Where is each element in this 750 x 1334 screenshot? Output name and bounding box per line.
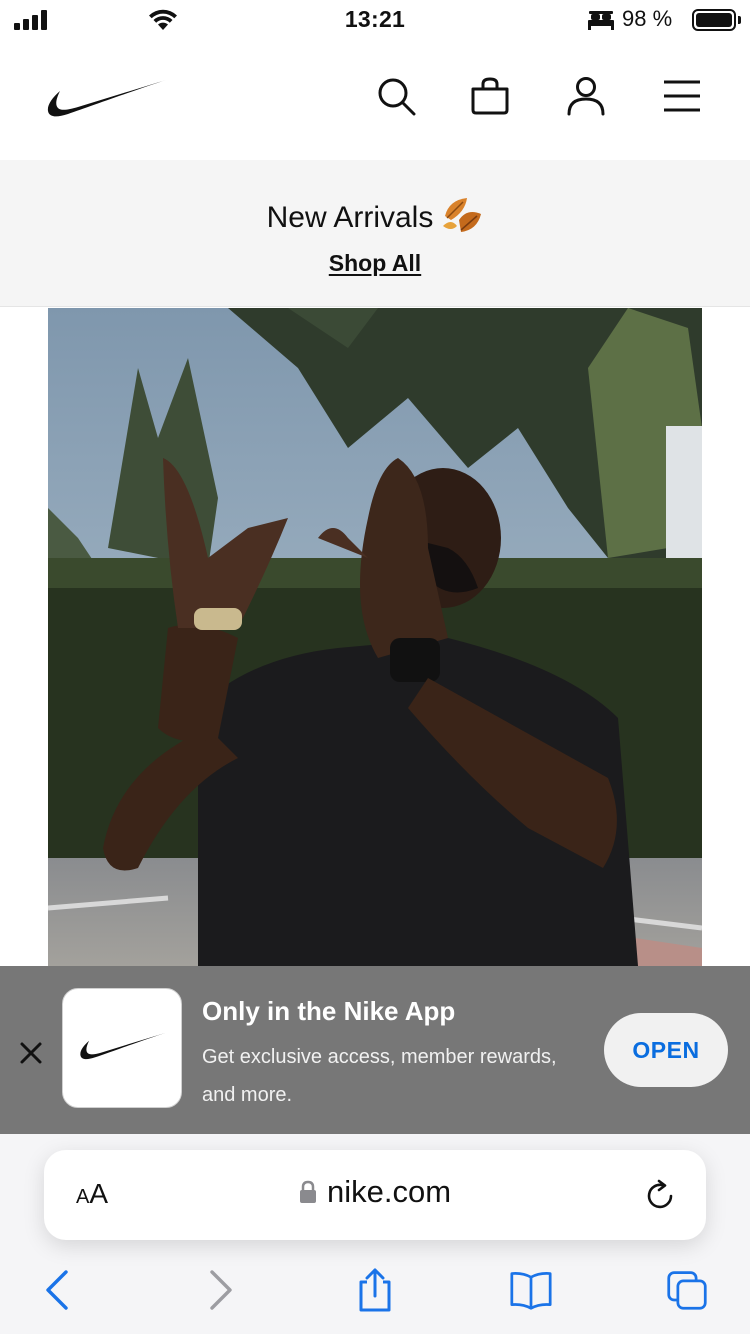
lock-icon <box>299 1180 316 1203</box>
battery-cap <box>738 16 741 24</box>
url-field[interactable]: nike.com <box>44 1174 706 1210</box>
banner-title: Only in the Nike App <box>202 996 456 1026</box>
hero-image[interactable] <box>48 308 702 966</box>
status-bar: 13:21 98 % <box>0 0 750 44</box>
leaf-icon <box>443 198 482 232</box>
app-install-banner: Only in the Nike App Get exclusive acces… <box>0 966 750 1134</box>
nike-swoosh-logo[interactable] <box>46 78 168 124</box>
menu-icon[interactable] <box>662 76 702 116</box>
forward-icon[interactable] <box>198 1268 240 1312</box>
banner-description: Get exclusive access, member rewards, an… <box>202 1046 557 1106</box>
safari-bottom-bar: AA nike.com <box>0 1134 750 1334</box>
share-icon[interactable] <box>354 1268 396 1312</box>
bag-icon[interactable] <box>470 76 510 116</box>
shop-all-link[interactable]: Shop All <box>0 250 750 277</box>
hero-photo <box>48 308 702 966</box>
promo-title-text: New Arrivals <box>266 200 434 234</box>
search-icon[interactable] <box>376 76 416 116</box>
battery-percentage: 98 % <box>622 6 673 31</box>
open-app-button[interactable]: OPEN <box>604 1013 728 1087</box>
nike-swoosh-icon <box>80 1032 166 1060</box>
tabs-icon[interactable] <box>666 1268 708 1312</box>
account-icon[interactable] <box>566 76 606 116</box>
close-icon[interactable] <box>18 1040 44 1066</box>
sleep-mode-icon <box>588 11 614 30</box>
address-bar[interactable]: AA nike.com <box>44 1150 706 1240</box>
promo-banner: New Arrivals Shop All <box>0 160 750 307</box>
shop-all-link-text[interactable]: Shop All <box>329 250 421 276</box>
promo-title: New Arrivals <box>0 198 750 238</box>
reload-icon[interactable] <box>644 1179 678 1213</box>
battery-icon <box>692 9 736 31</box>
back-icon[interactable] <box>38 1268 80 1312</box>
nike-app-icon[interactable] <box>62 988 182 1108</box>
bookmarks-icon[interactable] <box>510 1268 552 1312</box>
site-header <box>0 44 750 160</box>
url-text: nike.com <box>326 1174 452 1209</box>
